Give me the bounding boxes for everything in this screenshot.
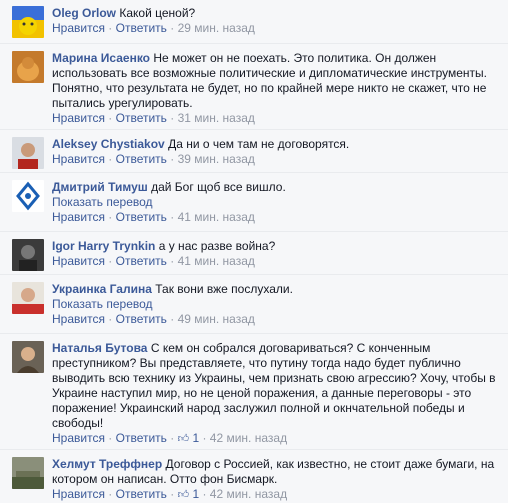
like-link[interactable]: Нравится (52, 312, 105, 326)
avatar[interactable] (12, 180, 44, 212)
like-link[interactable]: Нравится (52, 431, 105, 445)
comment-actions: Нравится · Ответить · 31 мин. назад (52, 111, 500, 126)
thumbs-up-icon: 👍︎ (177, 489, 190, 501)
separator: · (104, 254, 116, 268)
separator: · (104, 152, 116, 166)
comment-text: а у нас разве война? (158, 239, 276, 253)
avatar[interactable] (12, 6, 44, 38)
divider (0, 333, 508, 334)
reply-link[interactable]: Ответить (116, 312, 167, 326)
comment-author[interactable]: Aleksey Chystiakov (52, 137, 165, 151)
divider (0, 129, 508, 130)
divider (0, 172, 508, 173)
avatar[interactable] (12, 137, 44, 169)
reply-link[interactable]: Ответить (116, 111, 167, 125)
timestamp[interactable]: 42 мин. назад (210, 487, 287, 501)
separator: · (104, 210, 116, 224)
separator: · (104, 111, 116, 125)
avatar[interactable] (12, 239, 44, 271)
reply-link[interactable]: Ответить (116, 210, 167, 224)
show-translation-link[interactable]: Показать перевод (52, 297, 500, 312)
timestamp[interactable]: 41 мин. назад (178, 254, 255, 268)
separator: · (104, 21, 116, 35)
timestamp[interactable]: 41 мин. назад (178, 210, 255, 224)
comment-author[interactable]: Хелмут Треффнер (52, 457, 162, 471)
thumbs-up-icon: 👍︎ (177, 433, 190, 445)
reply-link[interactable]: Ответить (116, 21, 167, 35)
reply-link[interactable]: Ответить (116, 254, 167, 268)
like-link[interactable]: Нравится (52, 254, 105, 268)
comment-text: дай Бог щоб все вишло. (151, 180, 286, 194)
timestamp[interactable]: 29 мин. назад (178, 21, 255, 35)
comment-actions: Нравится · Ответить · 49 мин. назад (52, 312, 500, 327)
comment-author[interactable]: Oleg Orlow (52, 6, 116, 20)
like-link[interactable]: Нравится (52, 487, 105, 501)
timestamp[interactable]: 42 мин. назад (210, 431, 287, 445)
separator: · (104, 487, 116, 501)
comment-actions: Нравится · Ответить · 29 мин. назад (52, 21, 500, 36)
comment-author[interactable]: Дмитрий Тимуш (52, 180, 148, 194)
show-translation-link[interactable]: Показать перевод (52, 195, 500, 210)
separator: · (166, 111, 178, 125)
reply-link[interactable]: Ответить (116, 152, 167, 166)
avatar[interactable] (12, 341, 44, 373)
separator: · (166, 431, 178, 445)
like-link[interactable]: Нравится (52, 152, 105, 166)
like-link[interactable]: Нравится (52, 111, 105, 125)
separator: · (166, 312, 178, 326)
separator: · (166, 21, 178, 35)
separator: · (104, 312, 116, 326)
comment-actions: Нравится · Ответить · 39 мин. назад (52, 152, 500, 167)
separator: · (166, 210, 178, 224)
comment-actions: Нравится · Ответить · 41 мин. назад (52, 210, 500, 225)
like-link[interactable]: Нравится (52, 21, 105, 35)
separator: · (199, 487, 210, 501)
separator: · (104, 431, 116, 445)
avatar[interactable] (12, 457, 44, 489)
avatar[interactable] (12, 51, 44, 83)
comment-author[interactable]: Украинка Галина (52, 282, 152, 296)
avatar[interactable] (12, 282, 44, 314)
comment-actions: Нравится · Ответить · 👍︎ 1 · 42 мин. наз… (52, 487, 500, 503)
comment-actions: Нравится · Ответить · 41 мин. назад (52, 254, 500, 269)
divider (0, 231, 508, 232)
comment-author[interactable]: Марина Исаенко (52, 51, 150, 65)
separator: · (166, 254, 178, 268)
comment-text: Да ни о чем там не договорятся. (168, 137, 350, 151)
comment-text: Так вони вже послухали. (155, 282, 293, 296)
comment-author[interactable]: Наталья Бутова (52, 341, 147, 355)
comment-actions: Нравится · Ответить · 👍︎ 1 · 42 мин. наз… (52, 431, 500, 447)
reply-link[interactable]: Ответить (116, 431, 167, 445)
comment-feed: Oleg Orlow Какой ценой? Нравится · Ответ… (0, 0, 508, 503)
separator: · (199, 431, 210, 445)
separator: · (166, 152, 178, 166)
timestamp[interactable]: 39 мин. назад (178, 152, 255, 166)
timestamp[interactable]: 49 мин. назад (178, 312, 255, 326)
divider (0, 43, 508, 44)
reply-link[interactable]: Ответить (116, 487, 167, 501)
separator: · (166, 487, 178, 501)
comment-author[interactable]: Igor Harry Trynkin (52, 239, 155, 253)
divider (0, 274, 508, 275)
like-link[interactable]: Нравится (52, 210, 105, 224)
comment-text: Какой ценой? (119, 6, 196, 20)
divider (0, 449, 508, 450)
timestamp[interactable]: 31 мин. назад (178, 111, 255, 125)
